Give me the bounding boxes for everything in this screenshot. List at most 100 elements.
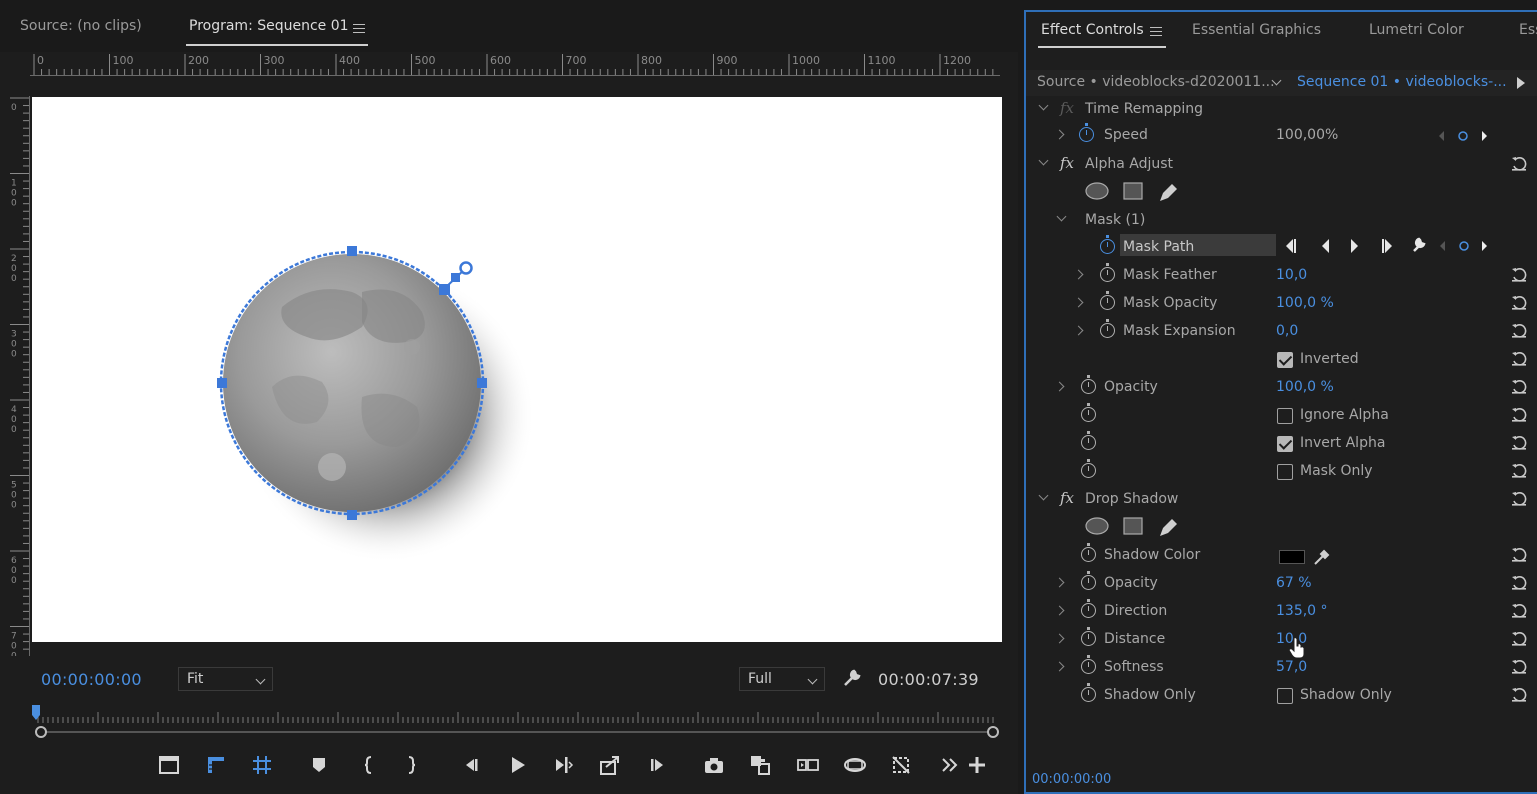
reset-icon[interactable]: [1511, 267, 1527, 283]
export-frame-icon[interactable]: [701, 752, 727, 778]
stopwatch-icon[interactable]: [1100, 319, 1115, 338]
mask-opacity-value[interactable]: 100,0 %: [1276, 295, 1334, 311]
shadow-softness-value[interactable]: 57,0: [1276, 659, 1307, 675]
ignore-alpha-checkbox[interactable]: [1277, 408, 1293, 424]
reset-icon[interactable]: [1511, 575, 1527, 591]
timeline-scrubber[interactable]: [30, 702, 1002, 742]
overwrite-icon[interactable]: [795, 752, 821, 778]
show-timeline-icon[interactable]: [1516, 76, 1526, 94]
rectangle-mask-icon[interactable]: [1122, 181, 1144, 201]
in-point-handle[interactable]: [35, 726, 47, 738]
collapse-icon[interactable]: [1056, 211, 1067, 222]
mark-out-icon[interactable]: [398, 752, 424, 778]
shadow-opacity-value[interactable]: 67 %: [1276, 575, 1312, 591]
expand-icon[interactable]: [1054, 605, 1065, 616]
stopwatch-icon[interactable]: [1081, 403, 1096, 422]
stopwatch-icon[interactable]: [1081, 571, 1096, 590]
reset-icon[interactable]: [1511, 547, 1527, 563]
tab-lumetri-color[interactable]: Lumetri Color: [1369, 22, 1464, 38]
expand-icon[interactable]: [1054, 633, 1065, 644]
comparison-view-icon[interactable]: [747, 752, 773, 778]
time-remapping-row[interactable]: fx Time Remapping: [1026, 96, 1537, 124]
stopwatch-icon[interactable]: [1081, 627, 1096, 646]
show-ruler-icon[interactable]: [203, 752, 229, 778]
mask-feather-value[interactable]: 10,0: [1276, 267, 1307, 283]
mask-tracking-controls[interactable]: [1283, 237, 1493, 259]
shadow-color-swatch[interactable]: [1279, 550, 1305, 564]
keyframe-nav[interactable]: [1438, 129, 1488, 147]
pen-mask-icon[interactable]: [1156, 516, 1180, 538]
tab-program-monitor[interactable]: Program: Sequence 01: [189, 18, 349, 34]
stopwatch-icon[interactable]: [1100, 235, 1115, 254]
source-clip-label[interactable]: Source • videoblocks-d2020011...: [1037, 74, 1275, 90]
ellipse-mask-icon[interactable]: [1084, 181, 1110, 201]
toggle-proxies-icon[interactable]: [888, 752, 914, 778]
panel-menu-icon[interactable]: [353, 24, 365, 33]
playhead-icon[interactable]: [32, 705, 40, 720]
expand-icon[interactable]: [1054, 381, 1065, 392]
stopwatch-icon[interactable]: [1081, 431, 1096, 450]
tab-effect-controls[interactable]: Effect Controls: [1041, 22, 1144, 38]
effect-controls-timecode[interactable]: 00:00:00:00: [1032, 772, 1111, 787]
reset-icon[interactable]: [1511, 491, 1527, 507]
opacity-value[interactable]: 100,0 %: [1276, 379, 1334, 395]
stopwatch-icon[interactable]: [1100, 263, 1115, 282]
expand-icon[interactable]: [1054, 577, 1065, 588]
expand-icon[interactable]: [1054, 129, 1065, 140]
current-timecode[interactable]: 00:00:00:00: [41, 670, 142, 689]
safe-margins-icon[interactable]: [156, 752, 182, 778]
sequence-clip-label[interactable]: Sequence 01 • videoblocks-...: [1297, 74, 1507, 90]
program-video-frame[interactable]: [32, 97, 1002, 642]
invert-alpha-checkbox[interactable]: [1277, 436, 1293, 452]
collapse-icon[interactable]: [1038, 490, 1049, 501]
stopwatch-icon[interactable]: [1081, 683, 1096, 702]
mask-expansion-value[interactable]: 0,0: [1276, 323, 1298, 339]
stopwatch-icon[interactable]: [1100, 291, 1115, 310]
ellipse-mask-icon[interactable]: [1084, 516, 1110, 536]
reset-icon[interactable]: [1511, 603, 1527, 619]
mask-vertex-top[interactable]: [347, 246, 357, 256]
stopwatch-icon[interactable]: [1081, 375, 1096, 394]
add-marker-icon[interactable]: [306, 752, 332, 778]
play-icon[interactable]: [504, 752, 530, 778]
tab-essential-graphics[interactable]: Essential Graphics: [1192, 22, 1321, 38]
mask-rotate-handle[interactable]: [459, 261, 473, 275]
drop-shadow-row[interactable]: fx Drop Shadow: [1026, 486, 1537, 514]
stopwatch-icon[interactable]: [1081, 599, 1096, 618]
shadow-only-checkbox[interactable]: [1277, 688, 1293, 704]
more-controls-icon[interactable]: [937, 752, 963, 778]
go-to-out-icon[interactable]: [597, 752, 623, 778]
reset-icon[interactable]: [1511, 687, 1527, 703]
go-to-in-icon[interactable]: [457, 752, 483, 778]
reset-icon[interactable]: [1511, 295, 1527, 311]
mask-path-row[interactable]: Mask Path: [1026, 234, 1537, 262]
reset-icon[interactable]: [1511, 631, 1527, 647]
shadow-direction-value[interactable]: 135,0 °: [1276, 603, 1328, 619]
collapse-icon[interactable]: [1038, 100, 1049, 111]
mask-1-row[interactable]: Mask (1): [1026, 207, 1537, 235]
add-button-icon[interactable]: [964, 752, 990, 778]
mask-vertex-bottom[interactable]: [347, 510, 357, 520]
reset-icon[interactable]: [1511, 323, 1527, 339]
vr-video-icon[interactable]: [842, 752, 868, 778]
show-guides-icon[interactable]: [249, 752, 275, 778]
stopwatch-icon[interactable]: [1081, 543, 1096, 562]
tab-essential-sound[interactable]: Ess: [1519, 22, 1537, 38]
expand-icon[interactable]: [1073, 325, 1084, 336]
mask-vertex-right[interactable]: [477, 378, 487, 388]
fx-toggle-icon[interactable]: fx: [1060, 489, 1074, 507]
reset-icon[interactable]: [1511, 659, 1527, 675]
speed-value[interactable]: 100,00%: [1276, 127, 1338, 143]
fx-toggle-icon[interactable]: fx: [1060, 154, 1074, 172]
stopwatch-icon[interactable]: [1081, 655, 1096, 674]
stopwatch-icon[interactable]: [1079, 123, 1094, 142]
wrench-settings-icon[interactable]: [842, 668, 862, 692]
rectangle-mask-icon[interactable]: [1122, 516, 1144, 536]
reset-icon[interactable]: [1511, 351, 1527, 367]
insert-icon[interactable]: [645, 752, 671, 778]
inverted-checkbox[interactable]: [1277, 352, 1293, 368]
playback-resolution-select[interactable]: Full: [739, 667, 825, 691]
eyedropper-icon[interactable]: [1312, 547, 1332, 567]
reset-icon[interactable]: [1511, 156, 1527, 172]
expand-icon[interactable]: [1073, 269, 1084, 280]
